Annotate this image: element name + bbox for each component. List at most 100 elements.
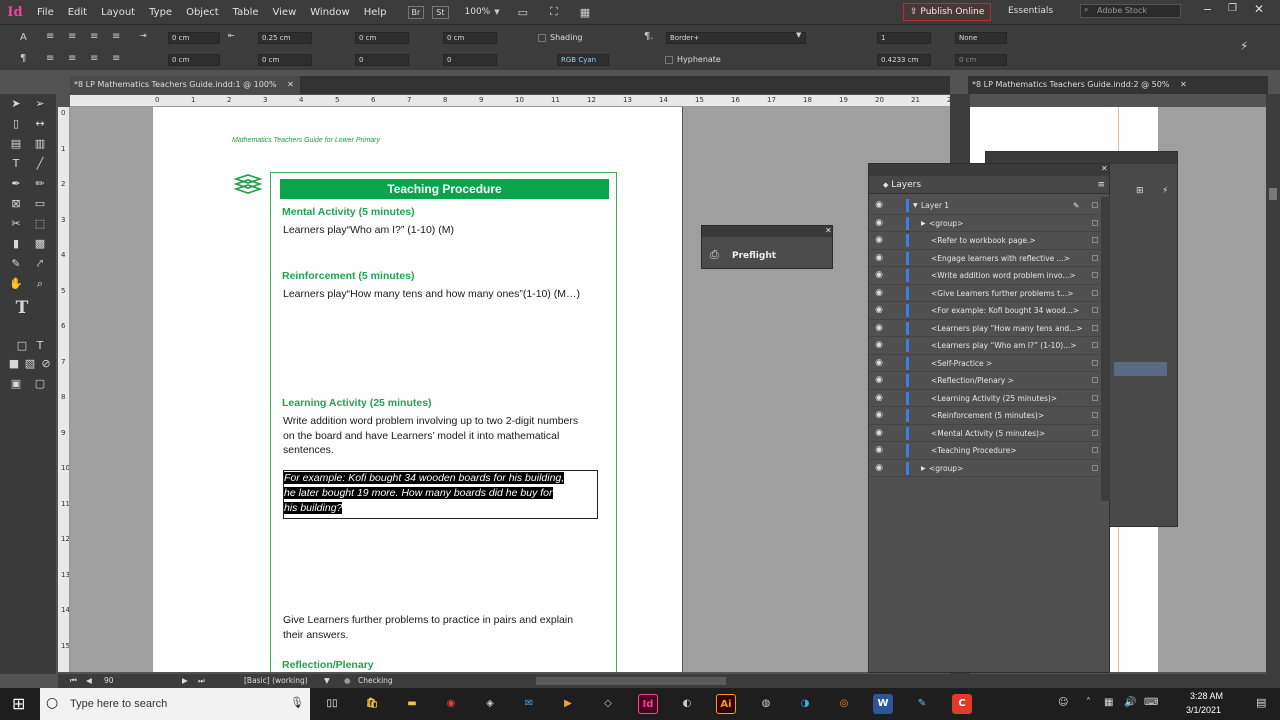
app-icon-6[interactable]: C <box>952 694 972 714</box>
fill-stroke-icon[interactable]: T <box>14 300 30 317</box>
layer-row[interactable]: ◉ <Reinforcement (5 minutes)> <box>869 407 1101 425</box>
page-tool-icon[interactable]: ▯ <box>8 116 24 132</box>
file-explorer-icon[interactable]: ▬ <box>402 694 422 714</box>
right-scrollbar[interactable] <box>1266 94 1280 674</box>
clock-date[interactable]: 3/1/2021 <box>1186 705 1221 715</box>
app-icon-4[interactable]: ◍ <box>756 694 776 714</box>
blender-icon[interactable]: ◎ <box>834 694 854 714</box>
visibility-eye-icon[interactable]: ◉ <box>873 442 885 459</box>
menu-type[interactable]: Type <box>142 7 179 18</box>
layer-row[interactable]: ◉ <For example: Kofi bought 34 wood...> <box>869 302 1101 320</box>
visibility-eye-icon[interactable]: ◉ <box>873 337 885 354</box>
normal-view-icon[interactable]: ▣ <box>8 376 24 392</box>
menu-table[interactable]: Table <box>226 7 266 18</box>
shading-checkbox[interactable] <box>538 34 546 42</box>
rectangle-tool-icon[interactable]: ▭ <box>32 196 48 212</box>
layer-select-square[interactable] <box>1092 377 1098 383</box>
word-icon[interactable]: W <box>873 694 893 714</box>
panel-lightning-icon[interactable]: ⚡ <box>1162 186 1168 196</box>
align-center-icon[interactable]: ≡ <box>68 31 76 42</box>
media-icon[interactable]: ▶ <box>558 694 578 714</box>
shading-color-field[interactable]: RGB Cyan <box>557 54 609 66</box>
last-line-indent-field[interactable]: 0 cm <box>258 54 312 66</box>
style-chevron-icon[interactable]: ▼ <box>796 31 801 39</box>
preview-mode-icon[interactable]: ▢ <box>32 376 48 392</box>
eyedropper-tool-icon[interactable]: ⤤ <box>32 256 48 272</box>
columns-field[interactable]: 1 <box>877 32 931 44</box>
collapse-icon[interactable]: ◆ <box>883 181 888 189</box>
preflight-close-icon[interactable]: ✕ <box>825 226 832 235</box>
menu-help[interactable]: Help <box>357 7 394 18</box>
stock-button[interactable]: St <box>432 5 449 19</box>
view-options-icon[interactable]: ▭ <box>518 6 528 19</box>
first-line-indent-field[interactable]: 0.25 cm <box>258 32 312 44</box>
layer-row[interactable]: ◉ <Engage learners with reflective ...> <box>869 250 1101 267</box>
arrange-documents-icon[interactable]: ▦ <box>580 6 590 19</box>
space-before-field[interactable]: 0 cm <box>355 32 409 44</box>
visibility-eye-icon[interactable]: ◉ <box>873 232 885 249</box>
further-problems-text[interactable]: Give Learners further problems to practi… <box>283 613 588 642</box>
justify-left-icon[interactable]: ≡ <box>46 53 54 64</box>
layer-row[interactable]: ◉ <Refer to workbook page.> <box>869 232 1101 250</box>
apply-color-icon[interactable]: ■ <box>6 356 22 372</box>
layer-row[interactable]: ◉ <Learning Activity (25 minutes)> <box>869 390 1101 407</box>
preflight-titlebar[interactable] <box>702 226 832 237</box>
last-page-icon[interactable]: ⏭ <box>198 676 205 686</box>
paragraph-mode-icon[interactable]: ¶ <box>20 53 26 64</box>
close-tab-icon[interactable]: ✕ <box>287 80 294 89</box>
reflection-heading[interactable]: Reflection/Plenary <box>282 659 374 671</box>
visibility-eye-icon[interactable]: ◉ <box>873 320 885 337</box>
preflight-status[interactable]: Checking <box>358 676 393 685</box>
character-mode-icon[interactable]: A <box>20 32 27 43</box>
prev-page-icon[interactable]: ◀ <box>86 676 92 685</box>
visibility-eye-icon[interactable]: ◉ <box>873 302 885 319</box>
formatting-container-icon[interactable]: □ <box>14 338 30 354</box>
layer-select-square[interactable] <box>1092 272 1098 278</box>
preflight-panel[interactable]: ✕ ⎙ Preflight <box>701 225 833 269</box>
note-tool-icon[interactable]: ✎ <box>8 256 24 272</box>
rectangle-frame-tool-icon[interactable]: ⊠ <box>8 196 24 212</box>
layer-select-square[interactable] <box>1092 289 1098 296</box>
gradient-feather-tool-icon[interactable]: ▩ <box>32 236 48 252</box>
pen-tool-icon[interactable]: ✒ <box>8 176 24 192</box>
content-collector-icon[interactable]: ▤ <box>8 136 24 152</box>
layer-select-square[interactable] <box>1092 342 1098 348</box>
example-text-selected[interactable]: For example: Kofi bought 34 wooden board… <box>284 471 591 516</box>
layer-row[interactable]: ◉ <Self-Practice > <box>869 355 1101 372</box>
running-header[interactable]: Mathematics Teachers Guide for Lower Pri… <box>232 137 380 144</box>
app-icon-3[interactable]: ◐ <box>677 694 697 714</box>
reinforcement-text[interactable]: Learners play“How many tens and how many… <box>283 287 595 302</box>
screen-mode-icon[interactable]: ⛶ <box>550 5 558 19</box>
layer-row[interactable]: ◉ <group> ▶ <box>869 215 1101 232</box>
learning-activity-text[interactable]: Write addition word problem involving up… <box>283 414 588 458</box>
close-button[interactable]: ✕ <box>1254 2 1264 16</box>
quick-apply-icon[interactable]: ⚡ <box>1240 39 1248 53</box>
teaching-procedure-banner[interactable]: Teaching Procedure <box>280 179 609 199</box>
layer-select-square[interactable] <box>1092 412 1098 418</box>
selection-tool-icon[interactable]: ➤ <box>8 96 24 112</box>
hand-tool-icon[interactable]: ✋ <box>8 276 24 292</box>
target-layer-pen-icon[interactable]: ✎ <box>1073 197 1079 214</box>
mental-activity-text[interactable]: Learners play“Who am I?” (1-10) (M) <box>283 223 595 238</box>
network-icon[interactable]: ▦ <box>1104 697 1113 708</box>
edge-icon[interactable]: ◑ <box>795 694 815 714</box>
layer-row[interactable]: ◉ <Reflection/Plenary > <box>869 372 1101 390</box>
visibility-eye-icon[interactable]: ◉ <box>873 197 885 214</box>
vertical-ruler[interactable]: 0 1 2 3 4 5 6 7 8 9 10 11 12 13 14 15 <box>58 107 70 672</box>
learning-activity-heading[interactable]: Learning Activity (25 minutes) <box>282 397 432 409</box>
apply-none-icon[interactable]: ⊘ <box>38 356 54 372</box>
expand-toggle-icon[interactable]: ▶ <box>921 215 926 232</box>
layer-row[interactable]: ◉ <Teaching Procedure> <box>869 442 1101 460</box>
layers-titlebar[interactable]: ✕ <box>869 164 1109 176</box>
gap-tool-icon[interactable]: ↔ <box>32 116 48 132</box>
language-icon[interactable]: ⌨ <box>1144 697 1158 708</box>
left-indent-field[interactable]: 0 cm <box>168 32 220 44</box>
horizontal-scroll-thumb[interactable] <box>536 677 726 685</box>
zoom-chevron-icon[interactable]: ▼ <box>494 8 499 16</box>
align-left-icon[interactable]: ≡ <box>46 31 54 42</box>
layers-panel[interactable]: ✕ ◆ Layers ≡ ◉ Layer 1 ▼ ✎ ◉ <group> ▶ ◉ <Refer … <box>868 163 1110 673</box>
layers-scrollbar[interactable] <box>1101 197 1110 501</box>
direct-selection-tool-icon[interactable]: ➢ <box>32 96 48 112</box>
adobe-stock-search[interactable]: Adobe Stock <box>1080 4 1181 18</box>
close-tab-icon[interactable]: ✕ <box>1180 80 1187 89</box>
